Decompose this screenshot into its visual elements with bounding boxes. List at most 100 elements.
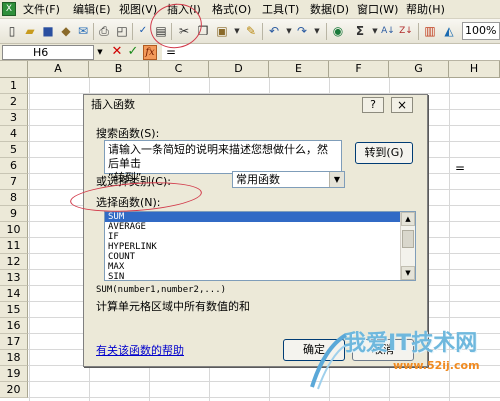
toolbar-separator [262,23,263,40]
undo-icon[interactable]: ↶ [266,23,282,39]
watermark-text: 我爱IT技术网 [344,331,478,356]
name-box-dropdown-icon[interactable]: ▼ [95,45,105,60]
row-header-4[interactable]: 4 [0,126,28,142]
function-help-link[interactable]: 有关该函数的帮助 [96,342,184,358]
column-header-f[interactable]: F [329,61,389,78]
column-header-e[interactable]: E [269,61,329,78]
redo-dropdown-icon[interactable]: ▼ [309,23,325,39]
menu-file[interactable]: 文件(F) [23,2,60,17]
sort-desc-icon[interactable]: Z↓ [398,23,414,39]
help-question-icon[interactable]: ? [362,97,384,113]
sort-asc-icon[interactable]: A↓ [380,23,396,39]
format-painter-icon[interactable]: ✎ [243,23,259,39]
open-icon[interactable]: ▰ [22,23,38,39]
list-item[interactable]: SUM [105,212,400,222]
close-icon[interactable]: × [391,97,413,113]
row-header-14[interactable]: 14 [0,286,28,302]
print-preview-icon[interactable]: ◰ [114,23,130,39]
new-icon[interactable]: ▯ [4,23,20,39]
search-text-line-1: 请输入一条简短的说明来描述您想做什么，然后单击 [108,143,328,170]
formula-input[interactable]: = [162,44,500,60]
site-watermark: 我爱IT技术网 www.52ij.com [308,323,500,401]
column-header-d[interactable]: D [209,61,269,78]
goto-button[interactable]: 转到(G) [355,142,413,164]
row-header-18[interactable]: 18 [0,350,28,366]
row-header-11[interactable]: 11 [0,238,28,254]
formula-bar: H6 ▼ ✕ ✓ fx = [0,44,500,61]
autosum-icon[interactable]: Σ [352,23,368,39]
list-item[interactable]: MAX [105,262,415,272]
function-list-scrollbar[interactable]: ▲ ▼ [400,212,415,280]
zoom-field[interactable]: 100% [462,22,500,40]
column-header-h[interactable]: H [449,61,500,78]
row-header-10[interactable]: 10 [0,222,28,238]
toolbar-separator [418,23,419,40]
row-header-3[interactable]: 3 [0,110,28,126]
drawing-icon[interactable]: ◭ [441,23,457,39]
permission-icon[interactable]: ◆ [58,23,74,39]
menu-window[interactable]: 窗口(W) [357,2,398,17]
select-all-corner[interactable] [0,61,28,78]
function-description: 计算单元格区域中所有数值的和 [96,300,250,313]
list-item[interactable]: IF [105,232,415,242]
row-header-15[interactable]: 15 [0,302,28,318]
confirm-entry-icon[interactable]: ✓ [126,44,140,60]
row-header-5[interactable]: 5 [0,142,28,158]
column-header-a[interactable]: A [28,61,89,78]
hyperlink-icon[interactable]: ◉ [330,23,346,39]
list-item[interactable]: HYPERLINK [105,242,415,252]
scroll-down-icon[interactable]: ▼ [401,266,415,280]
menu-edit[interactable]: 编辑(E) [73,2,111,17]
list-item[interactable]: COUNT [105,252,415,262]
cancel-entry-icon[interactable]: ✕ [110,44,124,60]
scroll-thumb[interactable] [402,230,414,248]
row-header-2[interactable]: 2 [0,94,28,110]
chevron-down-icon[interactable]: ▼ [329,172,344,187]
toolbar-separator [326,23,327,40]
row-header-20[interactable]: 20 [0,382,28,398]
menu-data[interactable]: 数据(D) [310,2,349,17]
column-header-b[interactable]: B [89,61,149,78]
function-signature: SUM(number1,number2,...) [96,285,227,295]
paste-icon[interactable]: ▣ [214,23,230,39]
menu-format[interactable]: 格式(O) [212,2,251,17]
menu-help[interactable]: 帮助(H) [406,2,445,17]
row-header-13[interactable]: 13 [0,270,28,286]
insert-function-icon[interactable]: fx [143,45,157,60]
excel-app-icon[interactable]: X [2,2,16,16]
column-header-g[interactable]: G [389,61,449,78]
category-select[interactable]: 常用函数 ▼ [232,171,345,188]
row-header-17[interactable]: 17 [0,334,28,350]
email-icon[interactable]: ✉ [75,23,91,39]
row-header-19[interactable]: 19 [0,366,28,382]
row-header-9[interactable]: 9 [0,206,28,222]
row-header-16[interactable]: 16 [0,318,28,334]
print-icon[interactable]: ⎙ [96,23,112,39]
list-item[interactable]: AVERAGE [105,222,415,232]
menu-bar: X 文件(F) 编辑(E) 视图(V) 插入(I) 格式(O) 工具(T) 数据… [0,0,500,19]
save-icon[interactable]: ■ [40,23,56,39]
watermark-url: www.52ij.com [393,359,480,372]
row-header-1[interactable]: 1 [0,78,28,94]
row-header-6[interactable]: 6 [0,158,28,174]
chart-wizard-icon[interactable]: ▥ [422,23,438,39]
function-list[interactable]: SUM AVERAGE IF HYPERLINK COUNT MAX SIN ▲… [104,211,416,281]
watermark-swoosh-icon [310,333,348,390]
row-header-8[interactable]: 8 [0,190,28,206]
spelling-icon[interactable]: ✓ [135,23,151,39]
menu-view[interactable]: 视图(V) [119,2,157,17]
standard-toolbar: ▯ ▰ ■ ◆ ✉ ⎙ ◰ ✓ ▤ ✂ ❐ ▣ ▼ ✎ ↶ ▼ ↷ ▼ ◉ Σ … [0,19,500,44]
row-header-7[interactable]: 7 [0,174,28,190]
list-item[interactable]: SIN [105,272,415,280]
category-value: 常用函数 [236,173,280,186]
search-function-input[interactable]: 请输入一条简短的说明来描述您想做什么，然后单击 “转到” [104,140,342,184]
name-box[interactable]: H6 [2,45,94,60]
redo-icon[interactable]: ↷ [294,23,310,39]
menu-tools[interactable]: 工具(T) [262,2,299,17]
toolbar-separator [93,23,94,40]
cell-h6-content[interactable]: = [455,161,465,175]
search-function-label: 搜索函数(S): [96,127,160,140]
row-header-12[interactable]: 12 [0,254,28,270]
scroll-up-icon[interactable]: ▲ [401,212,415,226]
column-header-c[interactable]: C [149,61,209,78]
